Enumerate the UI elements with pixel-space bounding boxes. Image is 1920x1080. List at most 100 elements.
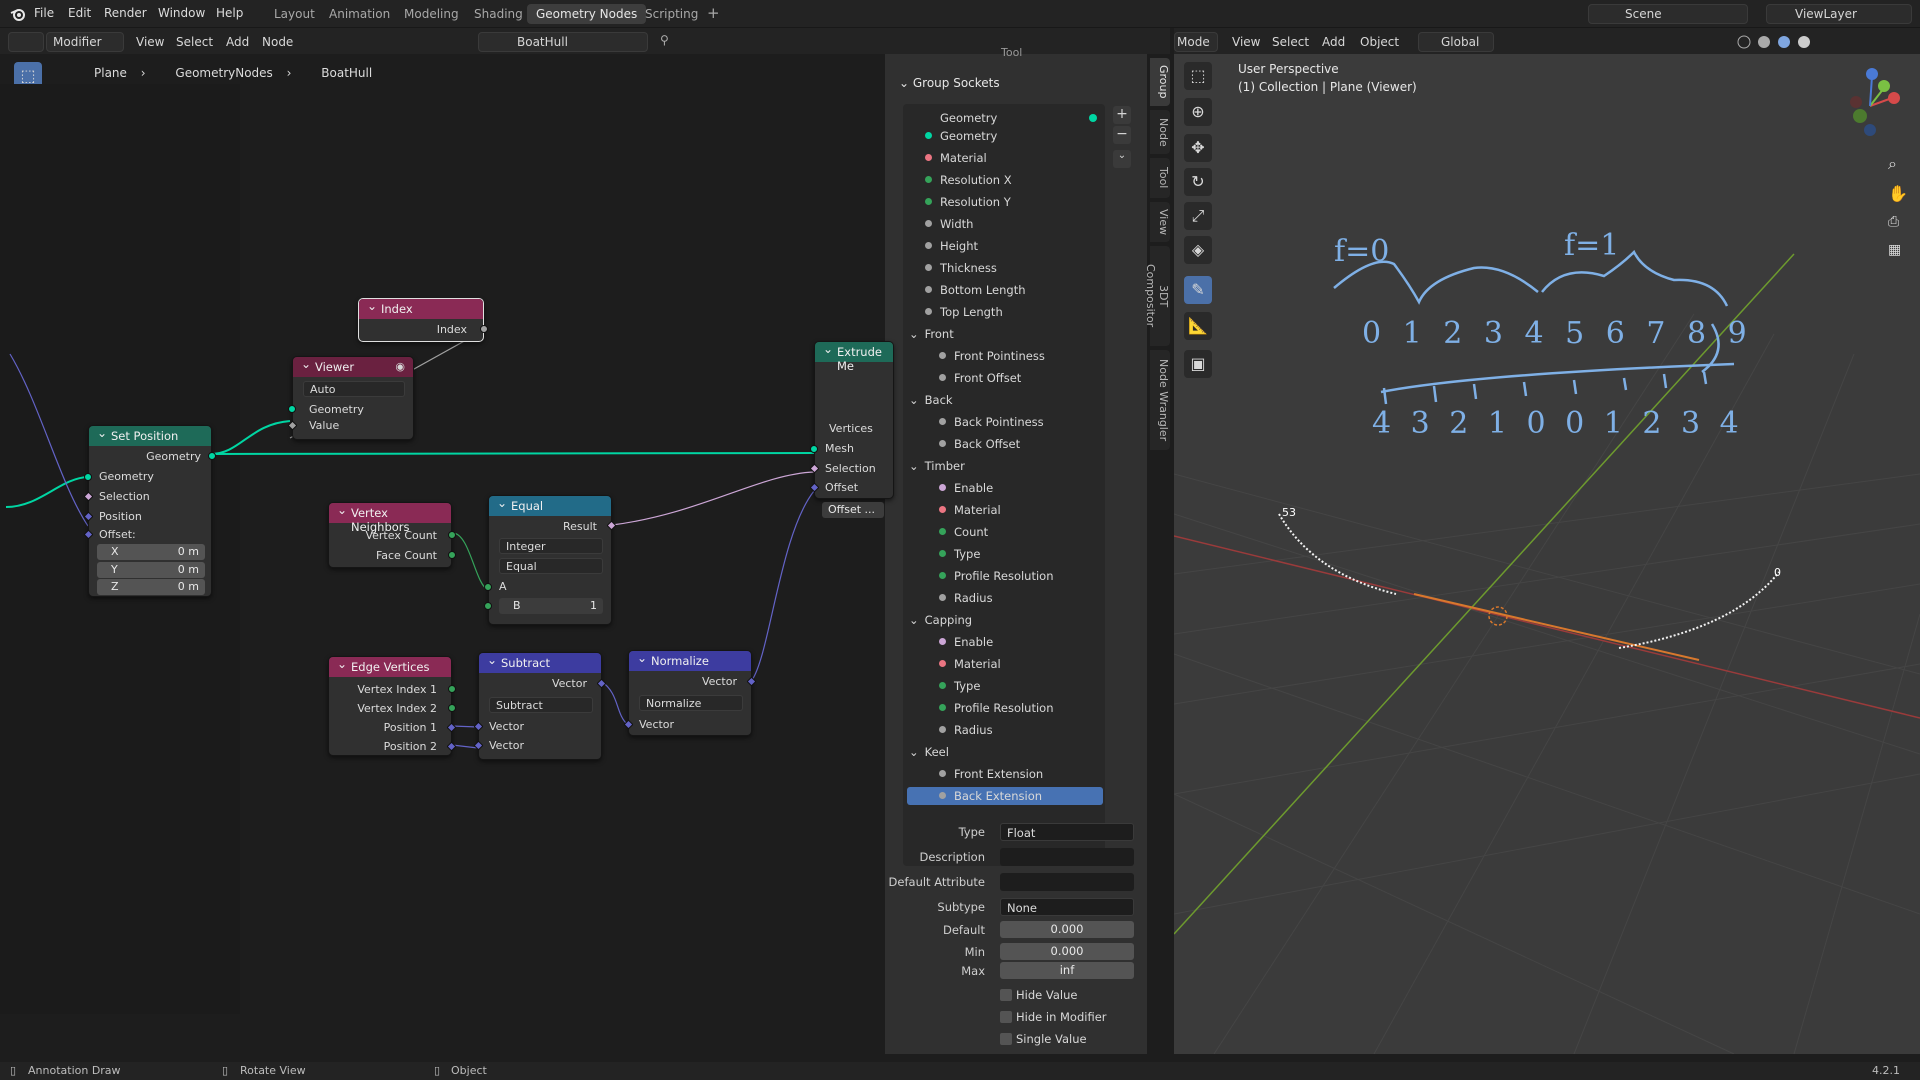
tab-geometry-nodes[interactable]: Geometry Nodes <box>527 4 647 24</box>
socket-item[interactable]: Material <box>925 151 987 165</box>
socket-item[interactable]: Geometry <box>925 129 997 143</box>
equal-node[interactable]: Equal Result Integer Equal A B1 <box>484 495 617 625</box>
blender-logo-icon[interactable] <box>10 6 26 22</box>
viewer-domain-dropdown[interactable]: Auto <box>303 381 405 397</box>
offset-z-field[interactable]: Z 0 m <box>97 579 205 595</box>
set-position-node[interactable]: Set Position Geometry Geometry Selection… <box>83 425 216 597</box>
tab-shading[interactable]: Shading <box>465 4 532 24</box>
node-tree-selector[interactable]: BoatHull <box>478 32 648 52</box>
vertex-index-1-socket[interactable] <box>448 685 456 693</box>
socket-panel-header[interactable]: ⌄ Capping <box>909 613 972 627</box>
socket-item[interactable]: Profile Resolution <box>939 701 1054 715</box>
viewport-mode-dropdown[interactable]: Mode <box>1174 32 1218 52</box>
min-value-field[interactable]: 0.000 <box>1000 943 1134 960</box>
equal-operation-dropdown[interactable]: Equal <box>499 558 603 574</box>
set-position-out-socket[interactable] <box>208 452 216 460</box>
transform-tool-icon[interactable]: ◈ <box>1184 236 1212 264</box>
socket-item[interactable]: Enable <box>939 481 993 495</box>
single-value-checkbox[interactable] <box>1000 1033 1012 1045</box>
eye-icon[interactable]: ◉ <box>395 360 405 373</box>
remove-socket-button[interactable]: − <box>1113 126 1131 144</box>
default-attribute-field[interactable] <box>1000 873 1134 891</box>
vtab-3dt-compositor[interactable]: 3DT Compositor <box>1144 246 1170 346</box>
orientation-dropdown[interactable]: Global <box>1418 32 1494 52</box>
socket-item[interactable]: Type <box>939 679 980 693</box>
view-layer-selector[interactable]: ViewLayer <box>1766 4 1912 24</box>
select-tool-icon[interactable]: ⬚ <box>1184 62 1212 90</box>
3d-viewport[interactable]: f=0 f=1 0 1 2 3 4 5 6 7 8 9 4 3 2 1 0 0 … <box>1174 54 1920 1054</box>
mode-dropdown[interactable]: Modifier <box>46 32 124 52</box>
pan-hand-icon[interactable]: ✋ <box>1888 184 1908 203</box>
menu-file[interactable]: File <box>34 6 54 20</box>
socket-item[interactable]: Material <box>939 503 1001 517</box>
extrude-mesh-socket[interactable] <box>810 445 818 453</box>
cursor-tool-icon[interactable]: ⊕ <box>1184 98 1212 126</box>
grid-view-icon[interactable]: ▦ <box>1888 242 1901 258</box>
socket-item-selected[interactable]: Back Extension <box>907 787 1103 805</box>
viewer-node[interactable]: Viewer ◉ Auto Geometry Value <box>287 356 414 440</box>
index-output-socket[interactable] <box>480 325 488 333</box>
menu-select[interactable]: Select <box>170 32 219 52</box>
subtract-operation-dropdown[interactable]: Subtract <box>489 697 593 713</box>
equal-a-socket[interactable] <box>484 583 492 591</box>
viewport-menu-object[interactable]: Object <box>1354 32 1405 52</box>
normalize-operation-dropdown[interactable]: Normalize <box>639 695 743 711</box>
socket-item[interactable]: Radius <box>939 591 993 605</box>
offset-x-field[interactable]: X 0 m <box>97 544 205 560</box>
add-cube-tool-icon[interactable]: ▣ <box>1184 350 1212 378</box>
menu-render[interactable]: Render <box>104 6 147 20</box>
move-tool-icon[interactable]: ✥ <box>1184 134 1212 162</box>
tab-animation[interactable]: Animation <box>320 4 399 24</box>
socket-item[interactable]: Enable <box>939 635 993 649</box>
socket-panel-header[interactable]: ⌄ Back <box>909 393 953 407</box>
vtab-node[interactable]: Node <box>1150 110 1170 154</box>
annotate-draw-tool-icon[interactable]: ✎ <box>1184 276 1212 304</box>
vertex-count-socket[interactable] <box>448 531 456 539</box>
tab-layout[interactable]: Layout <box>265 4 324 24</box>
socket-item[interactable]: Resolution X <box>925 173 1012 187</box>
default-value-field[interactable]: 0.000 <box>1000 921 1134 938</box>
socket-item[interactable]: Radius <box>939 723 993 737</box>
vertex-neighbors-node[interactable]: Vertex Neighbors Vertex Count Face Count <box>328 502 456 568</box>
equal-b-socket[interactable] <box>484 602 492 610</box>
socket-item[interactable]: Back Offset <box>939 437 1020 451</box>
menu-add[interactable]: Add <box>220 32 255 52</box>
socket-item[interactable]: Material <box>939 657 1001 671</box>
hide-value-checkbox[interactable] <box>1000 989 1012 1001</box>
hide-in-modifier-checkbox[interactable] <box>1000 1011 1012 1023</box>
viewport-menu-view[interactable]: View <box>1226 32 1266 52</box>
normalize-node[interactable]: Normalize Vector Normalize Vector <box>623 650 757 736</box>
description-field[interactable] <box>1000 848 1134 866</box>
node-editor[interactable]: ⬚ ✎ ✂ Plane › GeometryNodes › BoatHull I… <box>0 54 894 1054</box>
socket-item[interactable]: Profile Resolution <box>939 569 1054 583</box>
pin-icon[interactable]: ⚲ <box>660 33 669 47</box>
group-sockets-panel-title[interactable]: ⌄ Group Sockets <box>899 76 1000 90</box>
socket-item[interactable]: Front Pointiness <box>939 349 1045 363</box>
socket-item[interactable]: Height <box>925 239 978 253</box>
socket-menu-button[interactable]: ⌄ <box>1113 150 1131 168</box>
vtab-view[interactable]: View <box>1150 202 1170 242</box>
equal-b-field[interactable]: B1 <box>499 598 603 614</box>
shading-buttons[interactable] <box>1734 34 1854 50</box>
socket-item[interactable]: Width <box>925 217 973 231</box>
socket-item[interactable]: Front Extension <box>939 767 1043 781</box>
vertex-index-2-socket[interactable] <box>448 704 456 712</box>
face-count-socket[interactable] <box>448 551 456 559</box>
menu-node[interactable]: Node <box>256 32 299 52</box>
zoom-icon[interactable]: ⌕ <box>1888 154 1897 174</box>
vtab-node-wrangler[interactable]: Node Wrangler <box>1150 350 1170 450</box>
output-geometry-label[interactable]: Geometry <box>940 111 997 125</box>
camera-icon[interactable]: ⎙ <box>1888 214 1899 230</box>
breadcrumb-plane[interactable]: Plane <box>94 66 127 80</box>
index-node[interactable]: Index Index <box>358 298 488 342</box>
edge-vertices-node[interactable]: Edge Vertices Vertex Index 1 Vertex Inde… <box>328 656 457 756</box>
socket-panel-header[interactable]: ⌄ Front <box>909 327 954 341</box>
breadcrumb-geometry-nodes[interactable]: GeometryNodes <box>175 66 272 80</box>
set-position-geometry-socket[interactable] <box>84 473 92 481</box>
tab-modeling[interactable]: Modeling <box>395 4 468 24</box>
editor-type-icon[interactable] <box>8 32 44 52</box>
scale-tool-icon[interactable]: ⤢ <box>1184 202 1212 230</box>
offset-y-field[interactable]: Y 0 m <box>97 562 205 578</box>
extrude-offset-scale-field[interactable]: Offset ... <box>822 502 884 518</box>
add-socket-button[interactable]: + <box>1113 106 1131 124</box>
